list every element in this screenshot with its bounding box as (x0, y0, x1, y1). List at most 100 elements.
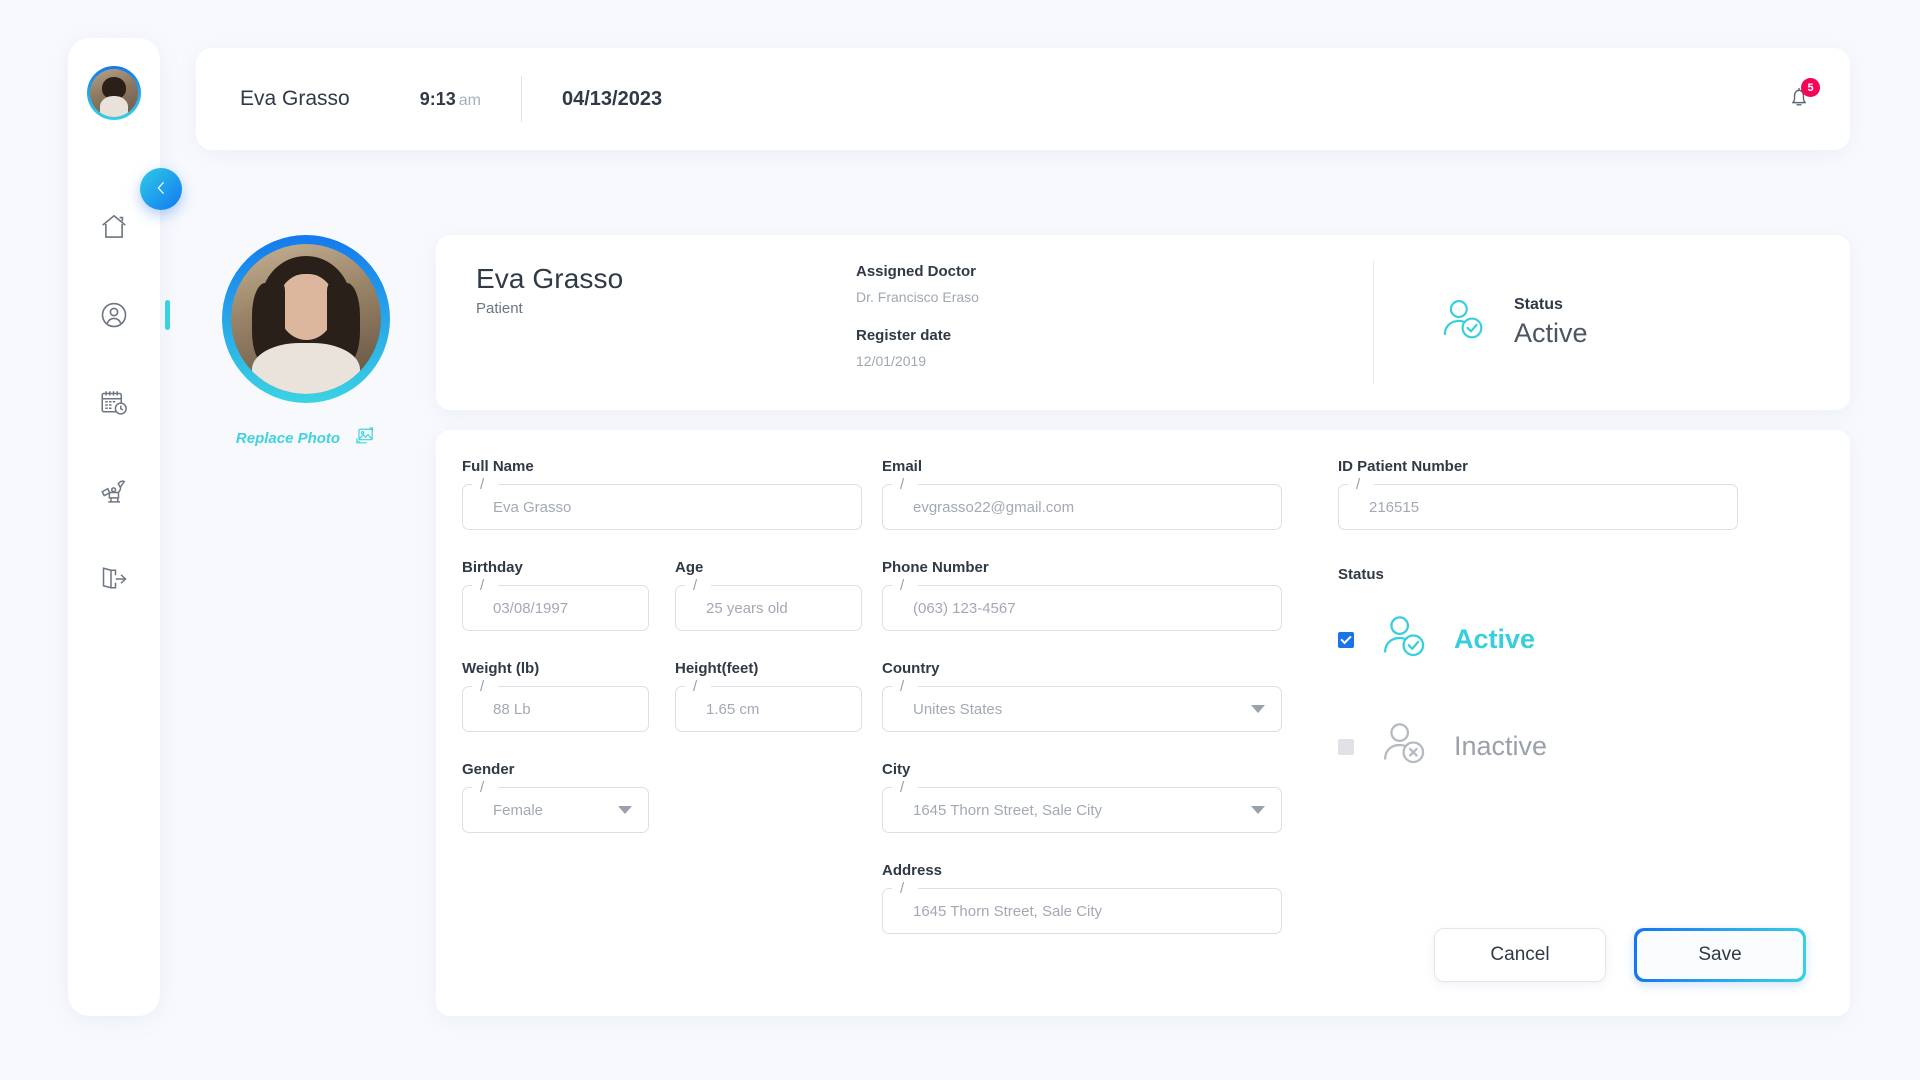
inactive-checkbox[interactable] (1338, 738, 1354, 755)
status-option-inactive[interactable]: Inactive (1338, 718, 1738, 775)
country-label: Country (882, 660, 940, 677)
notification-badge: 5 (1801, 78, 1820, 97)
patient-avatar[interactable] (222, 235, 390, 403)
notch-slash-icon: / (1356, 476, 1361, 493)
height-label: Height(feet) (675, 660, 759, 677)
replace-photo-label: Replace Photo (235, 430, 341, 447)
country-select[interactable]: / Unites States (882, 679, 1282, 732)
age-input[interactable]: / 25 years old (675, 578, 862, 631)
topbar-divider (520, 76, 522, 122)
save-button-wrapper: Save (1634, 928, 1806, 982)
notifications-button[interactable]: 5 (1782, 78, 1820, 116)
chevron-down-icon (1251, 806, 1265, 814)
weight-label: Weight (lb) (462, 660, 540, 677)
chevron-left-icon (152, 179, 170, 200)
city-label: City (882, 761, 911, 778)
full-name-input[interactable]: / Eva Grasso (462, 477, 862, 530)
notch-slash-icon: / (480, 577, 485, 594)
field-row-birthday-age: Birthday / 03/08/1997 Age / 25 years old (462, 559, 862, 631)
sidebar-avatar[interactable] (87, 66, 141, 120)
user-check-icon (1438, 295, 1488, 350)
avatar-face (277, 274, 335, 340)
patient-avatar-image (231, 244, 381, 394)
notch-slash-icon: / (900, 880, 905, 897)
phone-value: (063) 123-4567 (913, 599, 1016, 617)
logout-icon (99, 564, 129, 594)
form-status-label: Status (1338, 566, 1384, 583)
check-icon (1340, 632, 1352, 644)
status-text-block: Status Active (1514, 296, 1588, 349)
field-id-patient: ID Patient Number / 216515 (1338, 458, 1738, 530)
field-height: Height(feet) / 1.65 cm (675, 660, 862, 732)
id-patient-input[interactable]: / 216515 (1338, 477, 1738, 530)
age-value: 25 years old (706, 599, 788, 617)
patient-name: Eva Grasso (476, 263, 624, 294)
birthday-label: Birthday (462, 559, 523, 576)
sidebar-collapse-button[interactable] (140, 168, 182, 210)
id-patient-label: ID Patient Number (1338, 458, 1469, 475)
patient-info-card: Eva Grasso Patient Assigned Doctor Dr. F… (436, 235, 1850, 410)
assigned-doctor-value: Dr. Francisco Eraso (856, 289, 979, 305)
sidebar-item-profile[interactable] (68, 294, 160, 336)
city-select[interactable]: / 1645 Thorn Street, Sale City (882, 780, 1282, 833)
replace-photo-button[interactable]: Replace Photo (218, 425, 394, 452)
status-option-active[interactable]: Active (1338, 611, 1738, 668)
chevron-down-icon (618, 806, 632, 814)
replace-photo-icon (354, 425, 376, 452)
phone-input[interactable]: / (063) 123-4567 (882, 578, 1282, 631)
assigned-doctor-block: Assigned Doctor Dr. Francisco Eraso (856, 263, 1373, 305)
birthday-input[interactable]: / 03/08/1997 (462, 578, 649, 631)
sidebar-item-home[interactable] (68, 206, 160, 248)
sidebar-item-treatments[interactable] (68, 470, 160, 512)
email-value: evgrasso22@gmail.com (913, 498, 1075, 516)
weight-input[interactable]: / 88 Lb (462, 679, 649, 732)
user-check-icon (1378, 611, 1430, 668)
notch-slash-icon: / (480, 779, 485, 796)
save-button[interactable]: Save (1637, 931, 1803, 979)
weight-value: 88 Lb (493, 700, 531, 718)
gender-select[interactable]: / Female (462, 780, 649, 833)
email-label: Email (882, 458, 923, 475)
height-value: 1.65 cm (706, 700, 760, 718)
field-country: Country / Unites States (882, 660, 1282, 732)
patient-form-card: Full Name / Eva Grasso Birthday / 03/08/… (436, 430, 1850, 1016)
register-date-block: Register date 12/01/2019 (856, 327, 1373, 369)
patient-avatar-panel: Replace Photo (218, 235, 394, 452)
phone-label: Phone Number (882, 559, 989, 576)
sidebar-nav (68, 206, 160, 600)
chevron-down-icon (1251, 705, 1265, 713)
age-label: Age (675, 559, 704, 576)
cancel-button[interactable]: Cancel (1434, 928, 1606, 982)
email-input[interactable]: / evgrasso22@gmail.com (882, 477, 1282, 530)
active-checkbox[interactable] (1338, 631, 1354, 648)
status-value: Active (1514, 318, 1588, 348)
notch-slash-icon: / (480, 476, 485, 493)
patient-role: Patient (476, 300, 523, 317)
gender-value: Female (493, 801, 544, 819)
dental-chair-icon (99, 476, 129, 506)
city-value: 1645 Thorn Street, Sale City (913, 801, 1102, 819)
field-weight: Weight (lb) / 88 Lb (462, 660, 649, 732)
full-name-label: Full Name (462, 458, 534, 475)
register-date-label: Register date (856, 327, 952, 344)
field-email: Email / evgrasso22@gmail.com (882, 458, 1282, 530)
avatar-body (252, 343, 360, 394)
notch-slash-icon: / (480, 678, 485, 695)
form-column-right: ID Patient Number / 216515 Status Active… (1338, 458, 1738, 825)
notch-slash-icon: / (900, 476, 905, 493)
field-gender: Gender / Female (462, 761, 649, 833)
avatar-image (90, 69, 138, 117)
sidebar-item-logout[interactable] (68, 558, 160, 600)
info-card-details: Assigned Doctor Dr. Francisco Eraso Regi… (856, 235, 1373, 410)
field-address: Address / 1645 Thorn Street, Sale City (882, 862, 1282, 934)
field-age: Age / 25 years old (675, 559, 862, 631)
address-input[interactable]: / 1645 Thorn Street, Sale City (882, 881, 1282, 934)
register-date-value: 12/01/2019 (856, 353, 927, 369)
inactive-label: Inactive (1454, 731, 1548, 761)
notch-slash-icon: / (693, 577, 698, 594)
height-input[interactable]: / 1.65 cm (675, 679, 862, 732)
assigned-doctor-label: Assigned Doctor (856, 263, 977, 280)
sidebar-item-appointments[interactable] (68, 382, 160, 424)
notch-slash-icon: / (900, 779, 905, 796)
user-x-icon (1378, 718, 1430, 775)
